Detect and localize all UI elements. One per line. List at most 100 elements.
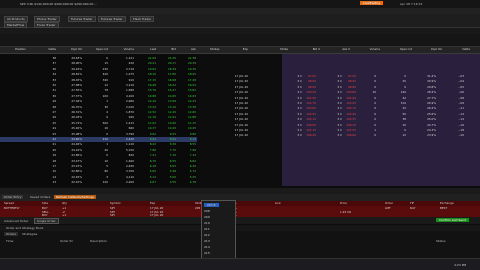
put-row[interactable]: 17 JUL 20 3 C 105.10 3 C 105.55 0 38 25.0% -.14 bbox=[200, 117, 480, 122]
call-cell[interactable]: 19.30 bbox=[178, 67, 196, 72]
call-row[interactable]: 22 24.80% 210 2,420 9.04 8.90 9.15 bbox=[0, 137, 197, 142]
strike-option[interactable]: 214 bbox=[204, 245, 210, 249]
put-row[interactable]: 17 JUL 20 3 C 102.70 3 C 103.05 0 310 26.9% -.09 bbox=[200, 101, 480, 106]
call-row[interactable]: 15 22.80% 80 3,700 5.60 5.48 5.72 bbox=[0, 169, 197, 174]
put-row[interactable]: 17 JUL 20 3 C 97.05 3 C 97.50 0 0 31.4% -.03 bbox=[200, 74, 480, 79]
put-cell[interactable]: 98.95 bbox=[340, 79, 356, 84]
call-row[interactable]: 17 23.15% 5 2,930 6.18 6.05 6.30 bbox=[0, 164, 197, 169]
call-row[interactable]: 32 27.98% 12 3,116 16.48 16.22 16.52 bbox=[0, 83, 197, 88]
call-cell[interactable]: 8.55 bbox=[178, 142, 196, 147]
call-cell[interactable]: 18.45 bbox=[178, 72, 196, 77]
put-cell[interactable]: 100.80 bbox=[340, 90, 356, 95]
call-cell[interactable]: 13.96 bbox=[158, 99, 176, 104]
put-cell[interactable]: 97.50 bbox=[340, 74, 356, 79]
call-cell[interactable]: 5.48 bbox=[158, 169, 176, 174]
call-cell[interactable]: 7.75 bbox=[158, 148, 176, 153]
call-cell[interactable]: 9.80 bbox=[178, 132, 196, 137]
call-cell[interactable]: 4.78 bbox=[178, 180, 196, 185]
call-cell[interactable]: 10.45 bbox=[178, 126, 196, 131]
live-trading-badge[interactable]: LiveTrading bbox=[360, 1, 384, 5]
put-cell[interactable]: 104.55 bbox=[300, 112, 316, 117]
strike-option[interactable]: 207.5 bbox=[204, 203, 219, 207]
put-cell[interactable]: 107.55 bbox=[340, 128, 356, 133]
strike-option[interactable]: 213 bbox=[204, 239, 210, 243]
call-cell[interactable]: 12.40 bbox=[158, 110, 176, 115]
call-row[interactable]: 26 26.03% 0 940 11.76 11.61 11.88 bbox=[0, 115, 197, 120]
put-cell[interactable]: 103.05 bbox=[340, 101, 356, 106]
strike-option[interactable]: 210 bbox=[204, 221, 210, 225]
call-cell[interactable]: 11.88 bbox=[178, 115, 196, 120]
put-row[interactable]: 17 JUL 20 3 C 98.50 3 C 98.95 0 25 30.9% -.04 bbox=[200, 79, 480, 84]
put-row[interactable]: 17 JUL 20 3 C 101.50 3 C 101.90 0 42 27.7% -.08 bbox=[200, 96, 480, 101]
call-cell[interactable]: 15.47 bbox=[158, 88, 176, 93]
call-cell[interactable]: 11.61 bbox=[158, 115, 176, 120]
strike-dropdown[interactable]: 207.5208209210211212213214215216 bbox=[201, 200, 236, 265]
tab-strategies[interactable]: Strategies bbox=[20, 232, 39, 236]
call-cell[interactable]: 8.90 bbox=[158, 137, 176, 142]
put-cell[interactable]: 108.60 bbox=[340, 133, 356, 138]
call-cell[interactable]: 9.15 bbox=[178, 137, 196, 142]
put-row[interactable]: 17 JUL 20 3 C 103.60 3 C 104.10 0 25 26.2% -.11 bbox=[200, 106, 480, 111]
call-row[interactable]: 14 22.45% 3 4,110 5.12 5.00 5.25 bbox=[0, 175, 197, 180]
call-row[interactable]: 20 24.10% 40 5,150 7.86 7.75 7.98 bbox=[0, 148, 197, 153]
call-cell[interactable]: 9.55 bbox=[158, 132, 176, 137]
call-cell[interactable]: 10.90 bbox=[158, 121, 176, 126]
call-row[interactable]: 21 24.46% 1 1,110 8.42 8.30 8.55 bbox=[0, 142, 197, 147]
call-cell[interactable]: 13.10 bbox=[158, 105, 176, 110]
call-cell[interactable]: 20.17 bbox=[158, 61, 176, 66]
refresh-defaults-button[interactable]: Refresh Defaults/Settings bbox=[54, 195, 97, 199]
call-row[interactable]: 34 28.81% 420 1,275 18.10 17.85 18.45 bbox=[0, 72, 197, 77]
call-cell[interactable]: 21.38 bbox=[178, 56, 196, 61]
call-cell[interactable]: 17.28 bbox=[178, 78, 196, 83]
put-cell[interactable]: 107.15 bbox=[300, 128, 316, 133]
confirm-and-send-button[interactable]: Confirm and Send bbox=[436, 218, 469, 222]
put-cell[interactable]: 104.90 bbox=[340, 112, 356, 117]
call-cell[interactable]: 21.25 bbox=[158, 56, 176, 61]
strike-option[interactable]: 208 bbox=[204, 209, 210, 213]
call-cell[interactable]: 6.30 bbox=[178, 164, 196, 169]
call-cell[interactable]: 5.25 bbox=[178, 175, 196, 180]
call-cell[interactable]: 4.55 bbox=[158, 180, 176, 185]
call-cell[interactable]: 7.98 bbox=[178, 148, 196, 153]
call-cell[interactable]: 6.82 bbox=[178, 159, 196, 164]
put-cell[interactable]: 104.10 bbox=[340, 106, 356, 111]
tab-order-entry[interactable]: Order Entry bbox=[2, 195, 24, 199]
put-cell[interactable]: 99.80 bbox=[340, 85, 356, 90]
call-cell[interactable]: 8.30 bbox=[158, 142, 176, 147]
call-row[interactable]: 27 26.31% 4 1,870 12.52 12.40 12.60 bbox=[0, 110, 197, 115]
toolbar-button-4[interactable]: Flash Trader bbox=[130, 16, 155, 22]
call-row[interactable]: 25 25.72% 500 1,212 11.02 10.90 11.15 bbox=[0, 121, 197, 126]
call-cell[interactable]: 16.22 bbox=[158, 83, 176, 88]
call-row[interactable]: 24 25.40% 16 660 10.37 10.20 10.45 bbox=[0, 126, 197, 131]
put-cell[interactable]: 108.20 bbox=[300, 133, 316, 138]
call-cell[interactable]: 17.85 bbox=[158, 72, 176, 77]
strike-option[interactable]: 215 bbox=[204, 251, 210, 255]
call-cell[interactable]: 18.39 bbox=[158, 67, 176, 72]
call-cell[interactable]: 16.98 bbox=[158, 78, 176, 83]
call-row[interactable]: 37 28.90% 15 420 20.21 20.17 20.39 bbox=[0, 61, 197, 66]
call-cell[interactable]: 10.20 bbox=[158, 126, 176, 131]
call-cell[interactable]: 14.93 bbox=[178, 94, 196, 99]
put-cell[interactable]: 99.00 bbox=[300, 85, 316, 90]
put-cell[interactable]: 98.50 bbox=[300, 79, 316, 84]
call-cell[interactable]: 13.38 bbox=[178, 105, 196, 110]
call-cell[interactable]: 7.34 bbox=[178, 153, 196, 158]
call-cell[interactable]: 5.00 bbox=[158, 175, 176, 180]
call-row[interactable]: 38 29.63% 0 1,121 21.09 21.25 21.38 bbox=[0, 56, 197, 61]
call-row[interactable]: 33 28.45% 340 910 17.15 16.98 17.28 bbox=[0, 78, 197, 83]
call-row[interactable]: 28 26.70% 30 2,010 13.24 13.10 13.38 bbox=[0, 105, 197, 110]
call-row[interactable]: 29 27.02% 1 2,660 14.10 13.96 14.23 bbox=[0, 99, 197, 104]
call-cell[interactable]: 6.55 bbox=[158, 159, 176, 164]
call-cell[interactable]: 14.23 bbox=[178, 99, 196, 104]
call-cell[interactable]: 5.72 bbox=[178, 169, 196, 174]
put-cell[interactable]: 97.05 bbox=[300, 74, 316, 79]
put-cell[interactable]: 103.60 bbox=[300, 106, 316, 111]
put-cell[interactable]: 106.45 bbox=[340, 123, 356, 128]
call-cell[interactable]: 12.60 bbox=[178, 110, 196, 115]
call-cell[interactable]: 6.05 bbox=[158, 164, 176, 169]
call-cell[interactable]: 15.82 bbox=[178, 88, 196, 93]
put-row[interactable]: 17 JUL 20 3 C 104.55 3 C 104.90 6 50 25.6% -.12 bbox=[200, 112, 480, 117]
call-row[interactable]: 36 29.44% 230 2,716 19.04 18.39 19.30 bbox=[0, 67, 197, 72]
put-row[interactable]: 17 JUL 20 3 C 99.00 3 C 99.80 0 0 29.8% -.05 bbox=[200, 85, 480, 90]
put-row[interactable]: 17 JUL 20 3 C 108.20 3 C 108.60 0 12 23.9% -.20 bbox=[200, 133, 480, 138]
